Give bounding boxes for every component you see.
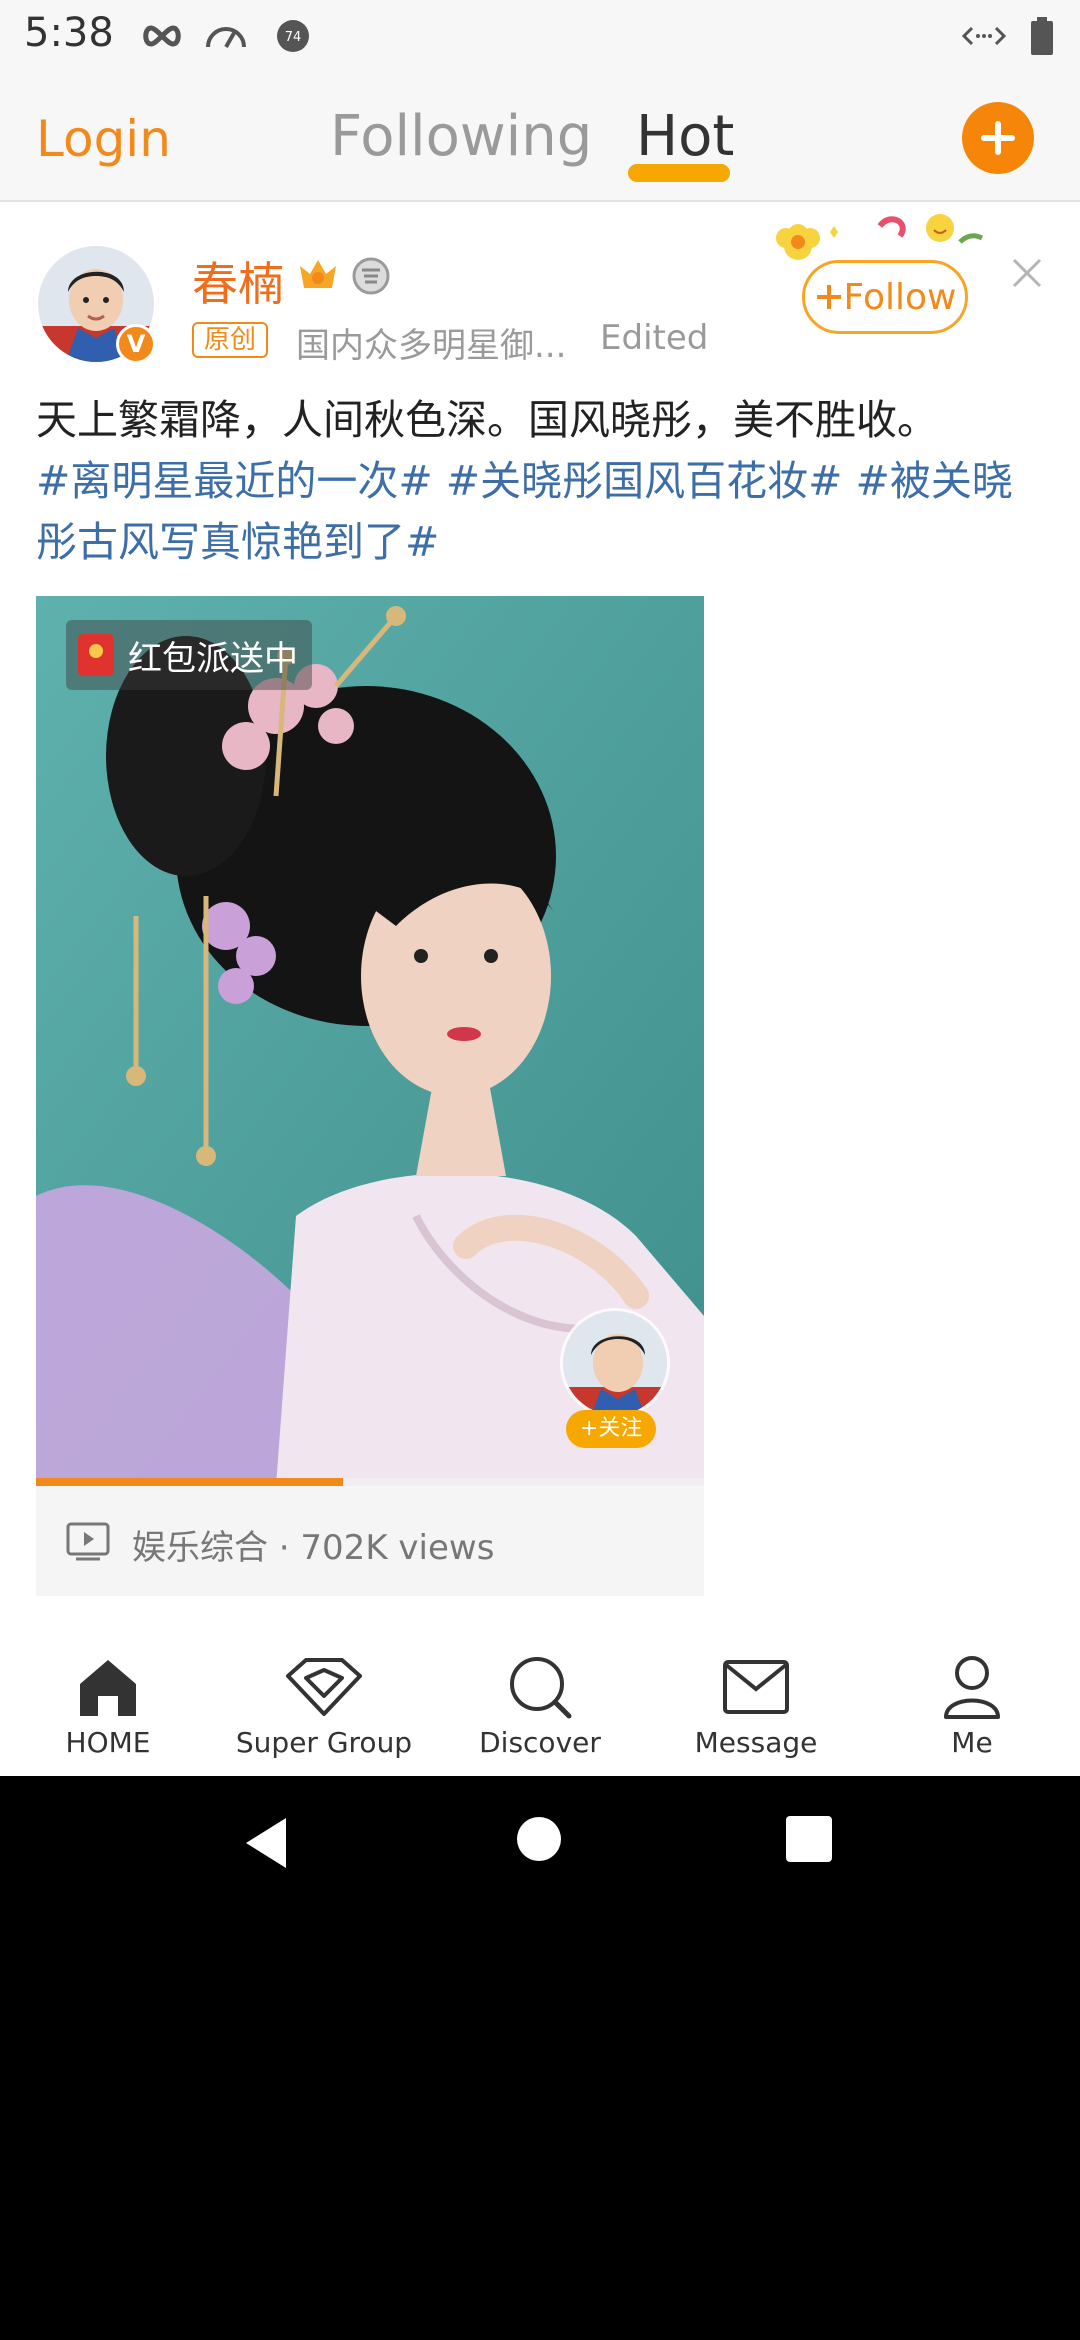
compose-button[interactable] (962, 102, 1034, 174)
system-nav-bar (0, 1776, 1080, 1916)
home-circle-icon[interactable] (516, 1816, 562, 1862)
post-source: 国内众多明星御... (296, 326, 567, 366)
tab-hot[interactable]: Hot (636, 104, 734, 169)
infinity-icon (140, 18, 184, 54)
nav-message[interactable]: Message (666, 1628, 846, 1776)
login-link[interactable]: Login (36, 110, 171, 168)
plus-icon (981, 121, 1015, 155)
medal-badge-icon (352, 254, 390, 300)
nav-me-label: Me (951, 1726, 993, 1759)
status-time: 5:38 (24, 10, 114, 56)
video-category-views: 娱乐综合 · 702K views (132, 1528, 495, 1568)
hashtag-link[interactable]: #关晓彤国风百花妆# (446, 457, 843, 505)
bottom-nav: HOME Super Group Discover Message Me (0, 1628, 1080, 1776)
diamond-icon (284, 1652, 364, 1722)
video-author-avatar[interactable] (560, 1308, 670, 1418)
top-nav: Login Following Hot (0, 72, 1080, 202)
crown-badge-icon (296, 256, 340, 298)
hashtag-link[interactable]: #离明星最近的一次# (36, 457, 433, 505)
nav-me[interactable]: Me (882, 1628, 1062, 1776)
follow-label: Follow (843, 276, 957, 318)
person-icon (942, 1652, 1002, 1722)
home-icon (76, 1652, 140, 1722)
mini-follow-button[interactable]: +关注 (566, 1410, 657, 1448)
verified-badge-icon: V (116, 324, 156, 364)
red-packet-banner[interactable]: 红包派送中 (66, 620, 312, 690)
post-body: 天上繁霜降，人间秋色深。国风晓彤，美不胜收。 (36, 396, 938, 444)
nav-home-label: HOME (65, 1726, 151, 1759)
edited-label: Edited (600, 318, 709, 358)
recents-icon[interactable] (786, 1816, 832, 1862)
nav-message-label: Message (694, 1726, 818, 1759)
nav-super-group-label: Super Group (235, 1726, 413, 1759)
data-transfer-icon (962, 18, 1006, 54)
post-text: 天上繁霜降，人间秋色深。国风晓彤，美不胜收。 #离明星最近的一次# #关晓彤国风… (36, 390, 1046, 573)
close-icon[interactable] (1010, 256, 1044, 290)
nav-home[interactable]: HOME (18, 1628, 198, 1776)
video-play-icon (66, 1522, 110, 1561)
video-progress-bar[interactable] (36, 1478, 704, 1486)
red-packet-icon (78, 634, 114, 676)
status-bar: 5:38 74 (0, 0, 1080, 72)
nav-discover-label: Discover (479, 1726, 601, 1759)
speedometer-icon (204, 18, 248, 54)
author-name[interactable]: 春楠 (192, 248, 284, 314)
follow-button[interactable]: Follow (802, 260, 968, 334)
battery-icon (1030, 17, 1054, 55)
original-tag: 原创 (192, 322, 269, 358)
video-progress-fill (36, 1478, 344, 1486)
notification-badge-icon: 74 (276, 18, 310, 54)
nav-super-group[interactable]: Super Group (234, 1628, 414, 1776)
video-info-bar[interactable]: 娱乐综合 · 702K views (36, 1486, 704, 1596)
search-icon (507, 1652, 573, 1722)
svg-text:74: 74 (285, 30, 302, 45)
nav-discover[interactable]: Discover (450, 1628, 630, 1776)
app-screen: 5:38 74 Login Following Hot V 春楠 原创 国内众多… (0, 0, 1080, 1776)
video-thumbnail[interactable]: 红包派送中 +关注 (36, 596, 704, 1486)
back-icon[interactable] (242, 1816, 290, 1870)
red-packet-label: 红包派送中 (128, 638, 298, 679)
mail-icon (722, 1652, 790, 1722)
tab-following[interactable]: Following (330, 104, 592, 169)
plus-icon (816, 285, 841, 309)
